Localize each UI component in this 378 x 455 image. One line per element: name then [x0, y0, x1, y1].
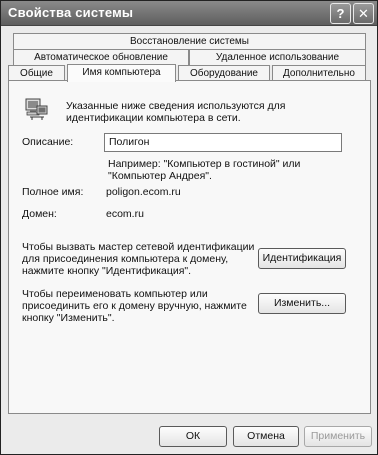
identify-button[interactable]: Идентификация — [258, 248, 346, 269]
window-title: Свойства системы — [8, 5, 134, 20]
description-label: Описание: — [22, 136, 74, 148]
tab-computer-name[interactable]: Имя компьютера — [67, 64, 176, 82]
apply-button[interactable]: Применить — [304, 426, 372, 447]
computer-name-panel: Указанные ниже сведения используются для… — [8, 80, 371, 414]
wizard-text-line-2: для присоединения компьютера к домену, — [22, 253, 229, 265]
help-button[interactable]: ? — [330, 3, 351, 24]
title-bar[interactable]: Свойства системы ? ✕ — [1, 1, 377, 26]
close-icon: ✕ — [358, 6, 369, 21]
description-value: Полигон — [109, 136, 150, 148]
description-input[interactable]: Полигон — [104, 133, 342, 152]
example-line-2: "Компьютер Андрея". — [108, 170, 212, 182]
intro-line-2: идентификации компьютера в сети. — [66, 112, 241, 124]
close-button[interactable]: ✕ — [353, 3, 374, 24]
tab-general[interactable]: Общие — [8, 65, 65, 81]
wizard-text-line-1: Чтобы вызвать мастер сетевой идентификац… — [22, 241, 255, 253]
tab-advanced[interactable]: Дополнительно — [272, 65, 366, 81]
fullname-label: Полное имя: — [22, 186, 84, 198]
ok-button[interactable]: ОК — [159, 426, 227, 447]
change-button[interactable]: Изменить... — [258, 293, 346, 314]
intro-line-1: Указанные ниже сведения используются для — [66, 100, 286, 112]
rename-text-line-1: Чтобы переименовать компьютер или — [22, 288, 208, 300]
example-line-1: Например: "Компьютер в гостиной" или — [108, 158, 301, 170]
cancel-button[interactable]: Отмена — [233, 426, 299, 447]
tab-hardware[interactable]: Оборудование — [178, 65, 270, 81]
system-properties-window: Свойства системы ? ✕ Восстановление сист… — [0, 0, 378, 455]
help-icon: ? — [336, 6, 345, 21]
fullname-value: poligon.ecom.ru — [106, 186, 181, 198]
wizard-text-line-3: нажмите кнопку "Идентификация". — [22, 265, 192, 277]
tab-automatic-updates[interactable]: Автоматическое обновление — [13, 49, 189, 65]
tab-system-restore[interactable]: Восстановление системы — [13, 33, 366, 49]
domain-value: ecom.ru — [106, 208, 144, 220]
domain-label: Домен: — [22, 208, 57, 220]
tab-remote[interactable]: Удаленное использование — [189, 49, 366, 65]
rename-text-line-3: кнопку "Изменить". — [22, 312, 115, 324]
network-computer-icon — [25, 98, 48, 120]
rename-text-line-2: присоединить его к домену вручную, нажми… — [22, 300, 247, 312]
